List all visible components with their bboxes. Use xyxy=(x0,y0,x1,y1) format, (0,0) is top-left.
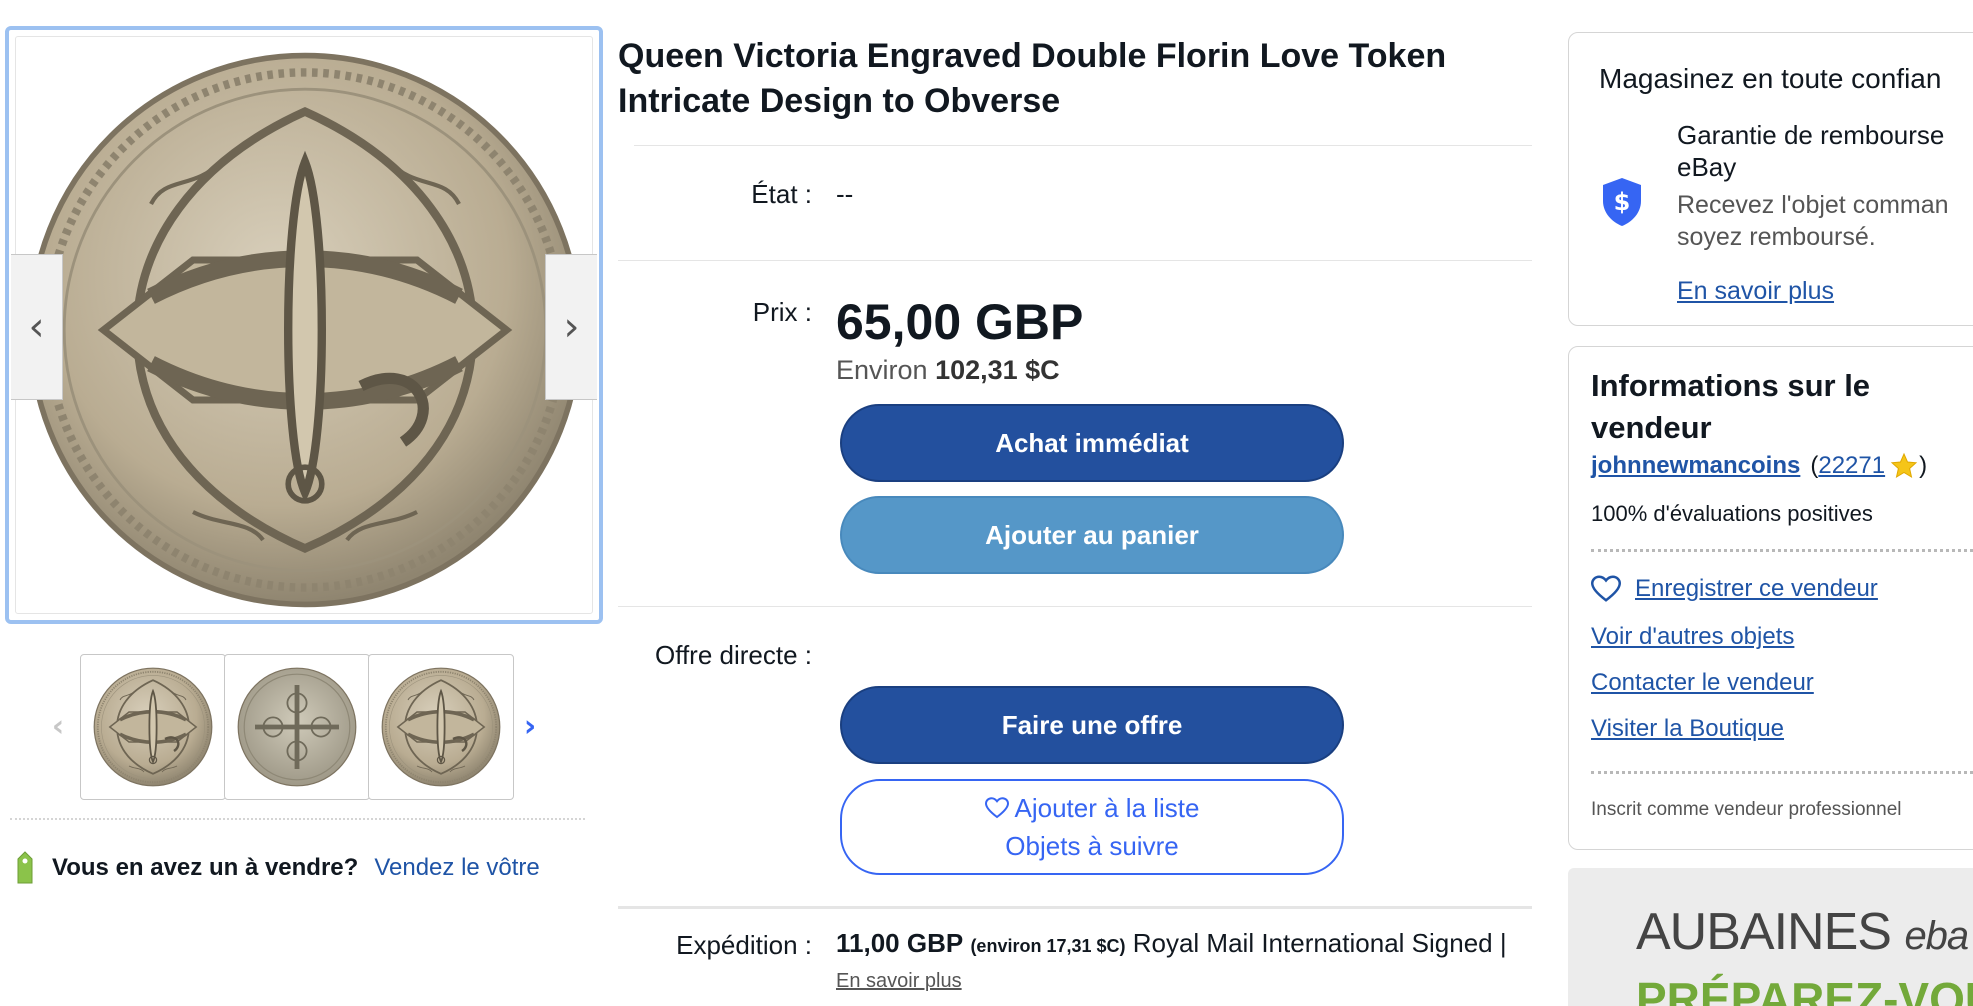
chevron-right-icon: › xyxy=(563,304,580,350)
condition-label: État : xyxy=(751,179,812,209)
gallery-next-button[interactable]: › xyxy=(545,254,597,400)
promo-banner[interactable]: AUBAINES eba PRÉPAREZ-VOUS xyxy=(1568,868,1973,1006)
converted-price: Environ 102,31 $C xyxy=(836,355,1060,386)
price-tag-icon xyxy=(17,851,33,884)
heart-icon xyxy=(984,797,1009,819)
add-to-watchlist-button[interactable]: Ajouter à la liste Objets à suivre xyxy=(840,779,1344,875)
coin-reverse-thumbnail xyxy=(237,667,357,787)
divider xyxy=(634,145,1532,146)
see-other-items-link[interactable]: Voir d'autres objets xyxy=(1591,623,1794,651)
promo-brand: eba xyxy=(1904,914,1969,958)
guarantee-heading: Garantie de rembourse eBay xyxy=(1677,120,1945,182)
seller-info-panel: Informations sur le vendeur johnnewmanco… xyxy=(1568,346,1973,850)
paren-open: ( xyxy=(1810,452,1819,479)
save-seller-label: Enregistrer ce vendeur xyxy=(1635,575,1878,602)
shipping-service: Royal Mail International Signed | xyxy=(1132,928,1507,958)
listing-title: Queen Victoria Engraved Double Florin Lo… xyxy=(618,37,1447,120)
best-offer-label: Offre directe : xyxy=(654,640,812,670)
shipping-details: 11,00 GBP (environ 17,31 $C) Royal Mail … xyxy=(836,928,1507,959)
promo-line1: AUBAINES xyxy=(1636,903,1892,961)
seller-identity: johnnewmancoins ( 22271 ) xyxy=(1591,451,1927,481)
thumbnail-2[interactable] xyxy=(224,654,370,800)
coin-image xyxy=(25,50,585,610)
svg-text:$: $ xyxy=(1614,188,1631,216)
gallery-prev-button[interactable]: ‹ xyxy=(11,254,63,400)
make-offer-button[interactable]: Faire une offre xyxy=(840,686,1344,764)
condition-value: -- xyxy=(836,179,854,209)
promo-subline: PRÉPAREZ-VOUS xyxy=(1636,973,1973,1006)
watch-label-line1: Ajouter à la liste xyxy=(1014,793,1200,823)
watch-label-line2: Objets à suivre xyxy=(1005,831,1179,861)
sell-yours-link[interactable]: Vendez le vôtre xyxy=(374,854,539,882)
thumbnail-next-button[interactable]: › xyxy=(518,704,542,748)
paren-close: ) xyxy=(1919,452,1928,479)
divider xyxy=(618,906,1532,909)
contact-seller-link[interactable]: Contacter le vendeur xyxy=(1591,669,1814,697)
business-seller-note: Inscrit comme vendeur professionnel xyxy=(1591,799,1902,820)
positive-feedback: 100% d'évaluations positives xyxy=(1591,501,1873,526)
seller-panel-title: Informations sur le vendeur xyxy=(1591,368,1871,445)
coin-thumbnail xyxy=(381,667,501,787)
add-to-cart-button[interactable]: Ajouter au panier xyxy=(840,496,1344,574)
trust-panel-title: Magasinez en toute confian xyxy=(1599,63,1942,94)
chevron-right-icon: › xyxy=(523,708,537,744)
sell-question: Vous en avez un à vendre? xyxy=(52,854,359,881)
divider xyxy=(1591,549,1973,552)
sell-yours-row: Vous en avez un à vendre? Vendez le vôtr… xyxy=(14,848,540,888)
save-seller-link[interactable]: Enregistrer ce vendeur xyxy=(1591,575,1878,603)
shipping-label: Expédition : xyxy=(676,930,812,960)
divider xyxy=(618,606,1532,607)
thumbnail-prev-button[interactable]: ‹ xyxy=(46,704,70,748)
chevron-left-icon: ‹ xyxy=(28,304,45,350)
divider xyxy=(618,260,1532,261)
buy-now-button[interactable]: Achat immédiat xyxy=(840,404,1344,482)
chevron-left-icon: ‹ xyxy=(51,708,65,744)
heart-icon xyxy=(1591,575,1621,602)
shipping-price: 11,00 GBP xyxy=(836,928,964,958)
approx-prefix: Environ xyxy=(836,355,928,385)
thumbnail-strip: ‹ › xyxy=(40,654,560,800)
feedback-score-link[interactable]: 22271 xyxy=(1818,452,1885,480)
price-label: Prix : xyxy=(752,297,812,327)
shipping-learn-more-link[interactable]: En savoir plus xyxy=(836,970,962,993)
shipping-approx: (environ 17,31 $C) xyxy=(970,936,1126,956)
seller-name-link[interactable]: johnnewmancoins xyxy=(1591,452,1800,480)
promo-headline: AUBAINES eba xyxy=(1636,902,1969,962)
approx-value: 102,31 $C xyxy=(935,355,1060,385)
thumbnail-1[interactable] xyxy=(80,654,226,800)
price: 65,00 GBP xyxy=(836,294,1084,350)
guarantee-description: Recevez l'objet comman soyez remboursé. xyxy=(1677,191,1949,251)
thumbnail-3[interactable] xyxy=(368,654,514,800)
divider xyxy=(1591,771,1973,774)
money-back-guarantee-panel: Magasinez en toute confian $ Garantie de… xyxy=(1568,32,1973,326)
shield-dollar-icon: $ xyxy=(1603,178,1641,226)
coin-thumbnail xyxy=(93,667,213,787)
guarantee-learn-more-link[interactable]: En savoir plus xyxy=(1677,277,1834,306)
divider xyxy=(10,818,585,820)
visit-store-link[interactable]: Visiter la Boutique xyxy=(1591,715,1784,743)
star-icon xyxy=(1890,452,1918,479)
main-product-image[interactable]: ‹ › xyxy=(5,26,603,624)
